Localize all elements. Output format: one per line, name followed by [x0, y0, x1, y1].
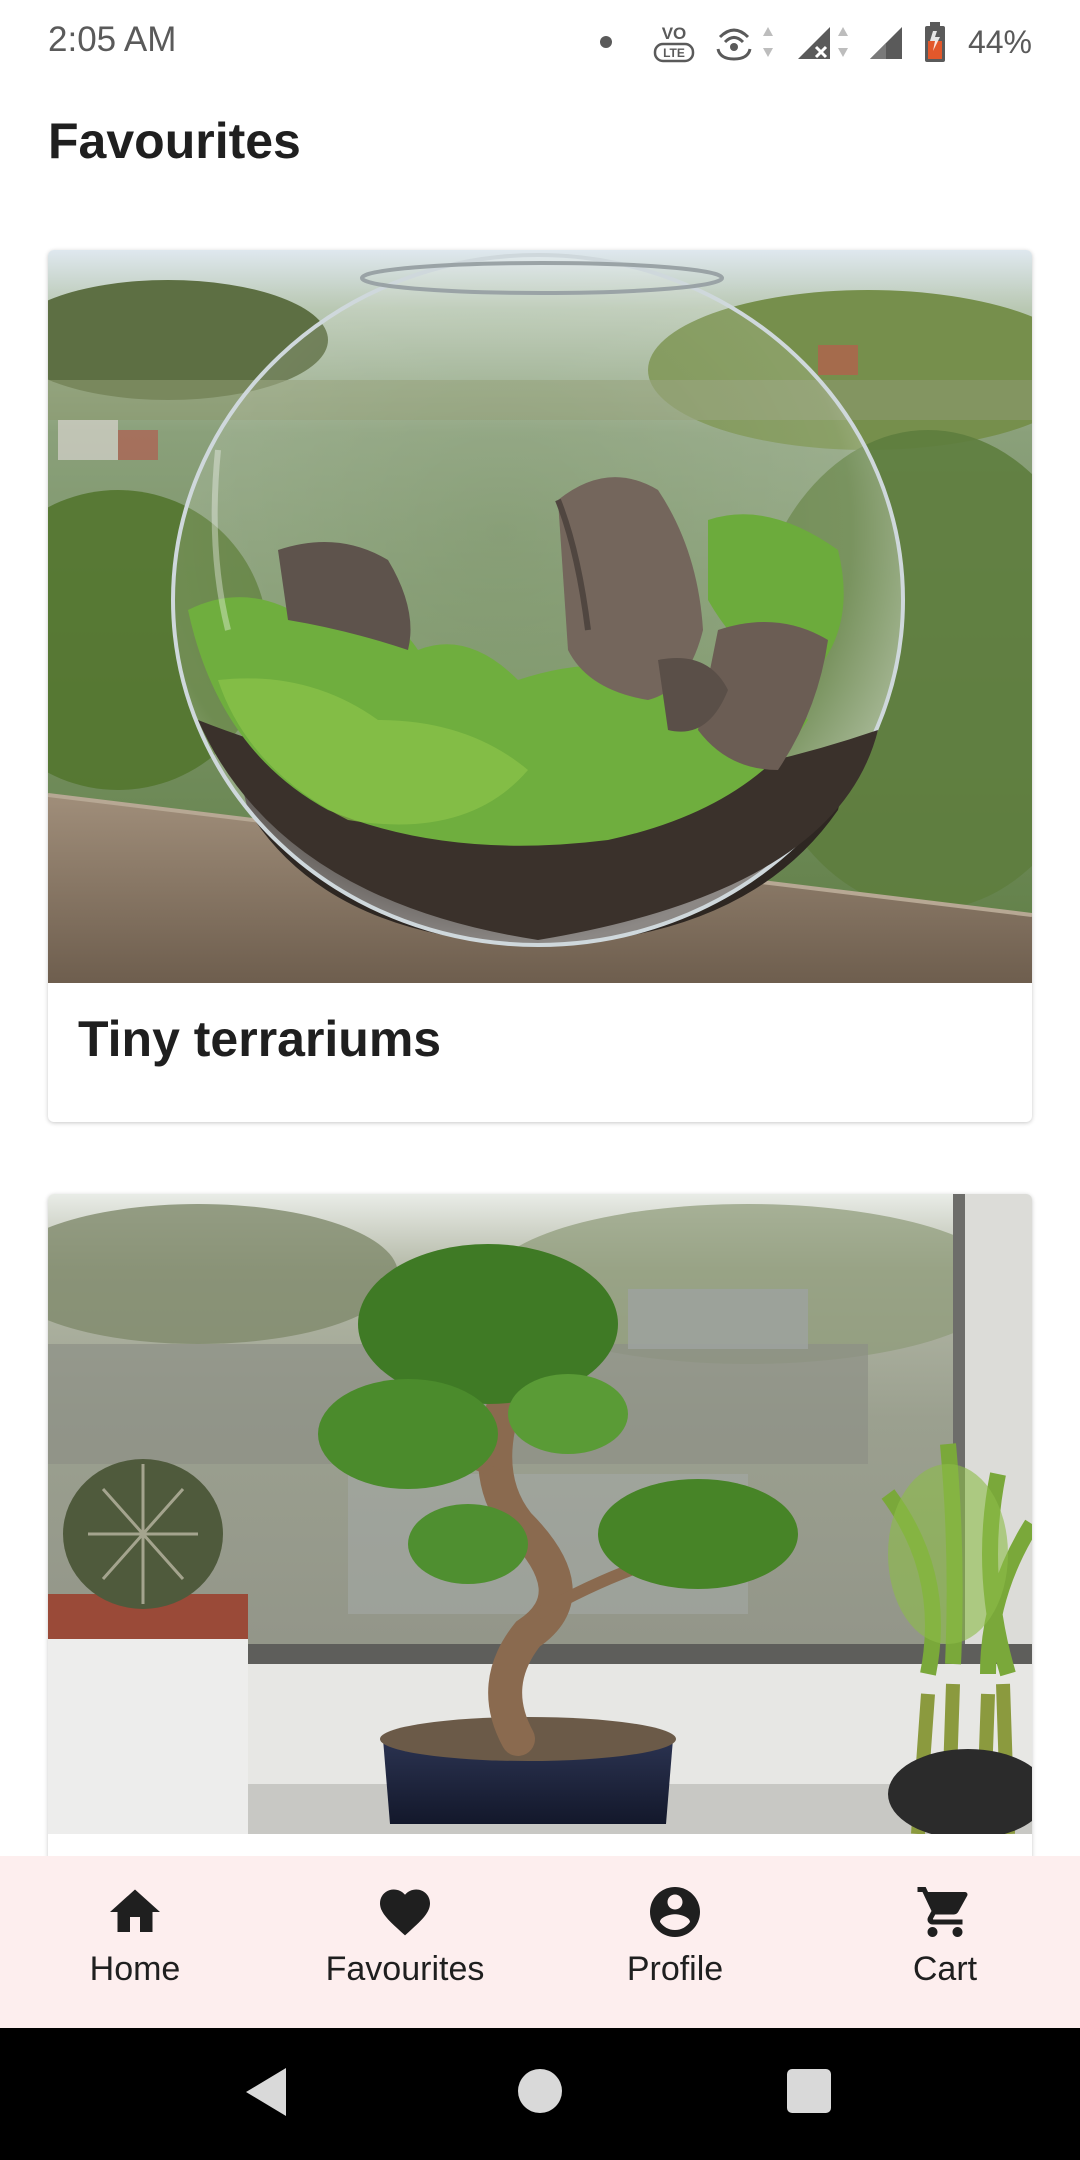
hotspot-icon	[716, 27, 773, 61]
home-circle-icon[interactable]	[517, 2068, 563, 2114]
volte-icon: VO LTE	[653, 24, 695, 63]
signal-x-icon	[797, 27, 848, 59]
nav-profile[interactable]: Profile	[540, 1856, 810, 2028]
bonsai-window-photo	[48, 1194, 1032, 1834]
nav-home-label: Home	[89, 1950, 181, 1988]
battery-icon	[924, 22, 945, 62]
card-title: Tiny terrariums	[78, 1011, 442, 1067]
cart-icon	[917, 1887, 968, 1937]
nav-cart[interactable]: Cart	[810, 1856, 1080, 2028]
battery-percentage: 44%	[967, 23, 1032, 60]
nav-favourites-label: Favourites	[325, 1950, 485, 1988]
status-icons: VO LTE 44%	[599, 16, 1032, 68]
svg-text:VO: VO	[662, 24, 687, 43]
nav-favourites[interactable]: Favourites	[270, 1856, 540, 2028]
recents-square-icon[interactable]	[786, 2068, 832, 2114]
nav-cart-label: Cart	[912, 1950, 978, 1988]
nav-profile-label: Profile	[626, 1950, 724, 1988]
nav-home[interactable]: Home	[0, 1856, 270, 2028]
account-circle-icon	[650, 1887, 700, 1937]
back-icon[interactable]	[242, 2064, 292, 2120]
notification-dot-icon	[599, 36, 612, 48]
page-title: Favourites	[48, 113, 301, 169]
favourite-card-bonsai[interactable]	[48, 1194, 1032, 1894]
favourite-card-terrariums[interactable]: Tiny terrariums	[48, 250, 1032, 1122]
status-bar: 2:05 AM VO LTE 44%	[0, 0, 1080, 84]
svg-text:LTE: LTE	[663, 46, 685, 60]
home-icon	[110, 1889, 160, 1932]
system-navigation-bar	[0, 2028, 1080, 2160]
heart-icon	[380, 1889, 430, 1936]
bottom-navigation: Home Favourites Profile Cart	[0, 1856, 1080, 2028]
status-time: 2:05 AM	[48, 20, 177, 59]
signal-icon	[869, 27, 902, 59]
terrarium-photo	[48, 250, 1032, 983]
